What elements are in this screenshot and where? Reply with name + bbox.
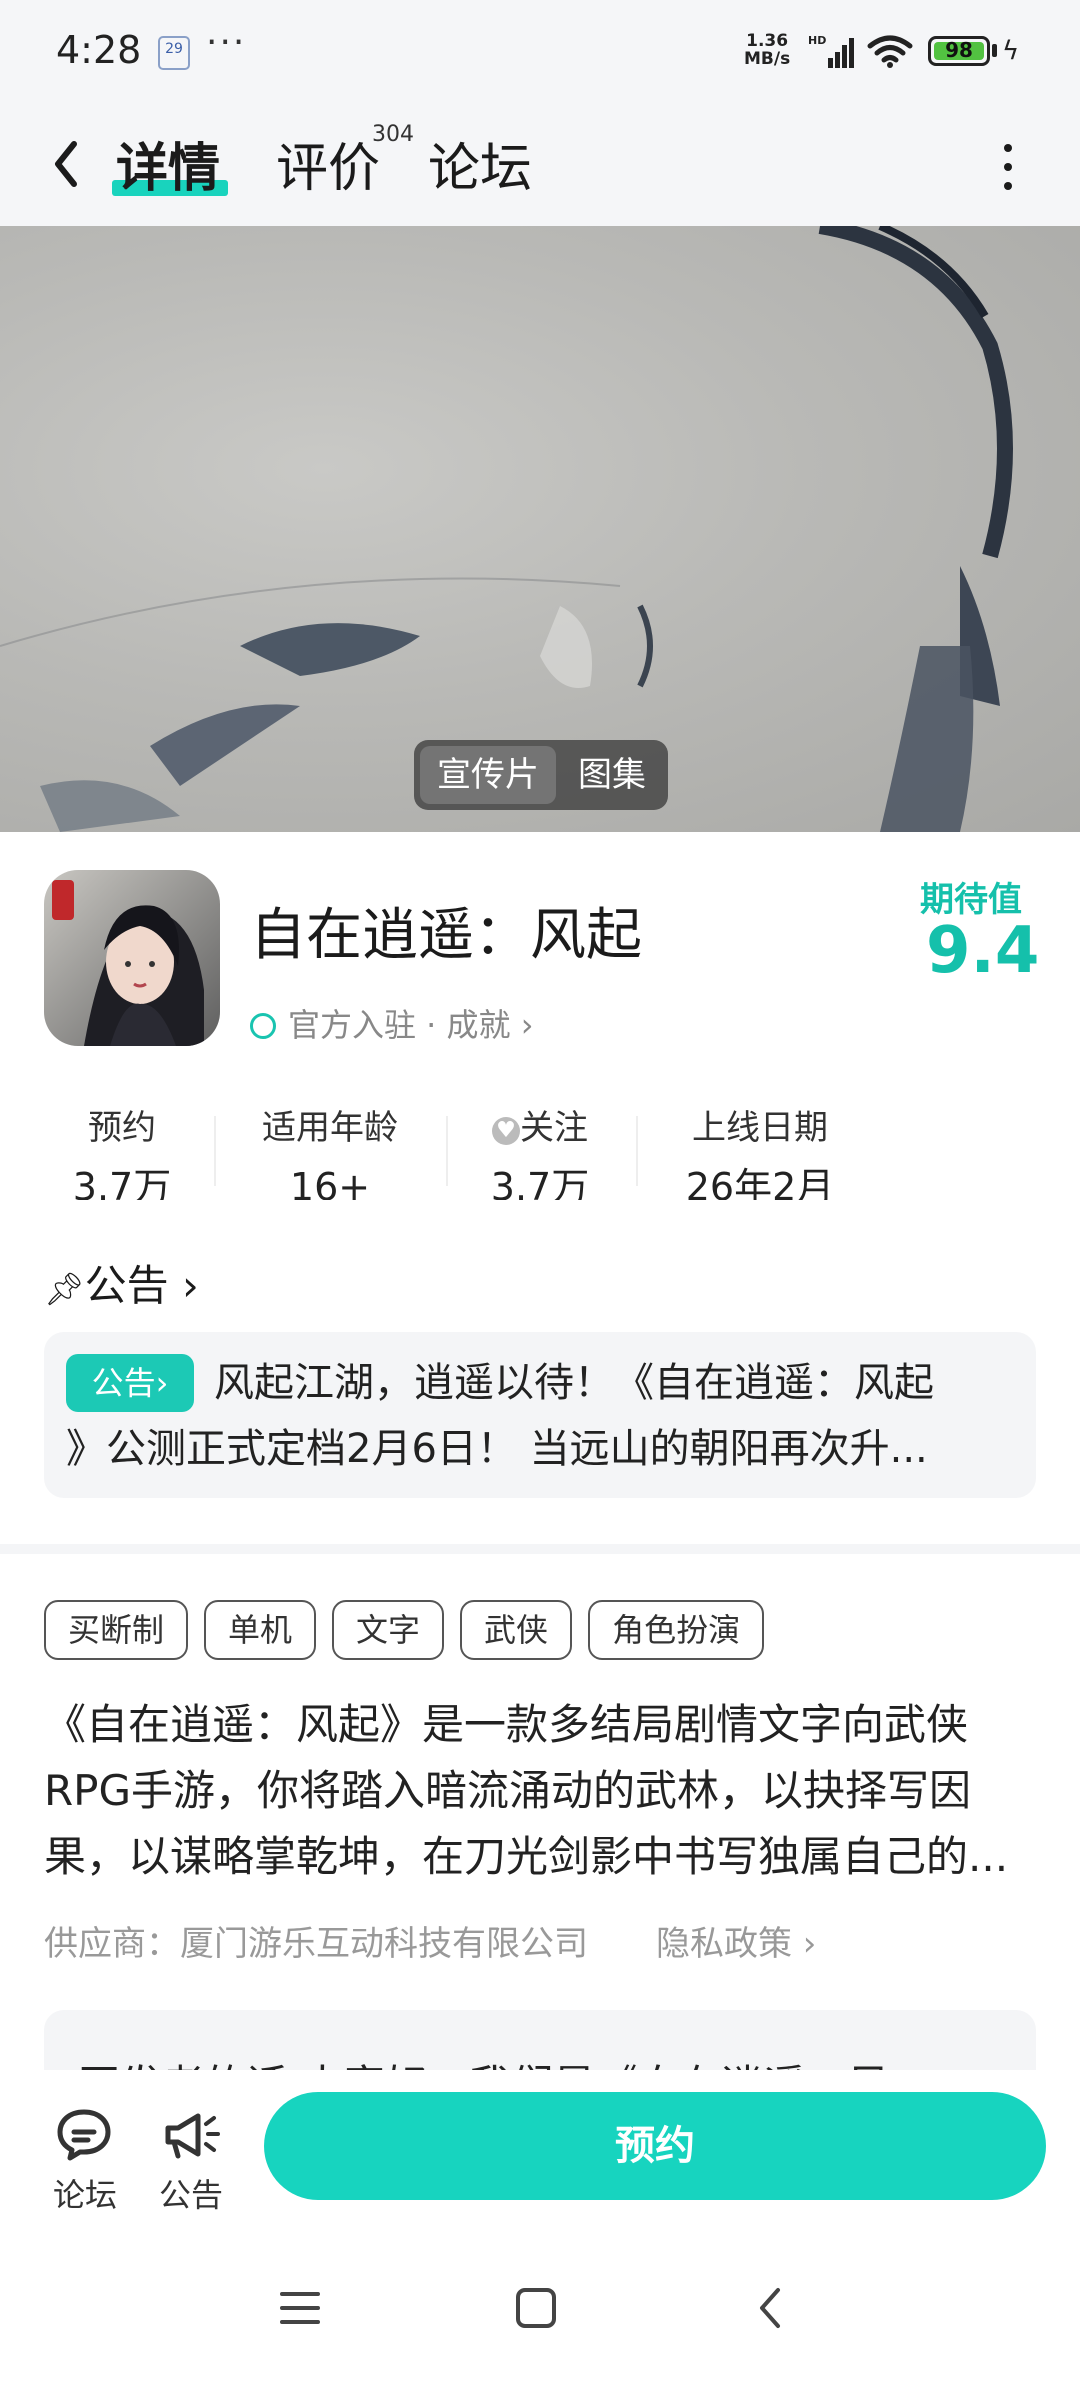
notice-line-1: 风起江湖，逍遥以待！《自在逍遥：风起 xyxy=(214,1360,934,1406)
notice-label: 公告 xyxy=(158,2176,223,2214)
hd-label: HD xyxy=(808,34,826,47)
promo-media[interactable]: 宣传片 图集 xyxy=(0,226,1080,832)
game-description[interactable]: 《自在逍遥：风起》是一款多结局剧情文字向武侠 RPG手游，你将踏入暗流涌动的武林… xyxy=(44,1692,1040,1890)
expectation-score: 9.4 xyxy=(926,914,1040,988)
wifi-icon xyxy=(867,35,913,68)
stat-value: 16+ xyxy=(289,1165,371,1200)
media-toggle: 宣传片 图集 xyxy=(414,740,668,810)
notice-line-2: 》公测正式定档2月6日！ 当远山的朝阳再次升... xyxy=(66,1426,928,1472)
tab-promo-video[interactable]: 宣传片 xyxy=(420,746,556,804)
reserve-button[interactable]: 预约 xyxy=(264,2092,1046,2200)
stat-reservations: 预约 3.7万 xyxy=(22,1100,222,1200)
tag-wuxia[interactable]: 武侠 xyxy=(460,1600,573,1660)
stat-label: 上线日期 xyxy=(692,1108,828,1148)
tag-buyout[interactable]: 买断制 xyxy=(44,1600,189,1660)
tab-gallery[interactable]: 图集 xyxy=(560,746,664,804)
back-icon[interactable] xyxy=(752,2284,788,2332)
notice-section-header[interactable]: 📌︎公告 › xyxy=(44,1252,199,1313)
battery-icon: 98 xyxy=(928,36,990,66)
more-options-icon[interactable] xyxy=(1000,140,1016,194)
description-line: RPG手游，你将踏入暗流涌动的武林，以抉择写因 xyxy=(44,1766,972,1815)
stat-label: 适用年龄 xyxy=(262,1108,398,1148)
verified-check-icon xyxy=(250,1013,276,1039)
notice-heading: 公告 xyxy=(84,1261,169,1310)
app-icon xyxy=(44,870,220,1046)
top-nav: 详情 评价 304 论坛 xyxy=(0,106,1080,226)
supplier-info: 供应商：厦门游乐互动科技有限公司 xyxy=(44,1924,588,1964)
divider xyxy=(214,1116,216,1186)
stat-value: 26年2月 xyxy=(685,1165,835,1200)
notice-action[interactable]: 公告 xyxy=(146,2106,236,2216)
app-title: 自在逍遥：风起 xyxy=(250,903,642,968)
tag-text[interactable]: 文字 xyxy=(332,1600,445,1660)
stat-label: 关注 xyxy=(520,1108,588,1148)
charging-icon: ϟ xyxy=(1002,36,1020,66)
battery-level: 98 xyxy=(945,38,973,62)
stat-age: 适用年龄 16+ xyxy=(230,1100,430,1200)
home-icon[interactable] xyxy=(514,2286,558,2330)
network-speed: 1.36 MB/s xyxy=(744,32,790,68)
review-count: 304 xyxy=(372,122,414,147)
network-speed-value: 1.36 xyxy=(746,31,789,51)
stat-label: 预约 xyxy=(88,1108,156,1148)
section-separator xyxy=(0,1544,1080,1554)
description-line: 《自在逍遥：风起》是一款多结局剧情文字向武侠 xyxy=(44,1700,969,1749)
tag-list: 买断制 单机 文字 武侠 角色扮演 xyxy=(44,1600,765,1660)
notice-card[interactable]: 公告› 风起江湖，逍遥以待！《自在逍遥：风起 》公测正式定档2月6日！ 当远山的… xyxy=(44,1332,1036,1498)
bottom-action-bar: 论坛 公告 预约 xyxy=(0,2070,1080,2240)
privacy-label: 隐私政策 xyxy=(656,1924,792,1964)
forum-action[interactable]: 论坛 xyxy=(40,2106,130,2216)
signal-icon: HD xyxy=(808,34,854,68)
chevron-right-icon: › xyxy=(510,1006,534,1044)
notice-text: 风起江湖，逍遥以待！《自在逍遥：风起 》公测正式定档2月6日！ 当远山的朝阳再次… xyxy=(66,1350,1016,1482)
status-bar: 4:28 29 ··· 1.36 MB/s HD 98 ϟ xyxy=(0,0,1080,106)
tag-rpg[interactable]: 角色扮演 xyxy=(588,1600,765,1660)
pin-icon: 📌︎ xyxy=(44,1270,85,1308)
megaphone-icon xyxy=(165,2113,220,2159)
more-notifications-icon: ··· xyxy=(206,22,247,63)
stat-value: 3.7万 xyxy=(490,1165,590,1200)
tab-detail[interactable]: 详情 xyxy=(116,126,220,201)
stat-follows: ♥ 关注 3.7万 xyxy=(440,1100,640,1200)
stat-label-row: ♥ 关注 xyxy=(440,1100,640,1150)
heart-icon: ♥ xyxy=(492,1117,520,1145)
stat-release-date: 上线日期 26年2月 xyxy=(660,1100,860,1200)
stat-value: 3.7万 xyxy=(72,1165,172,1200)
forum-chat-icon xyxy=(57,2109,111,2161)
status-time: 4:28 xyxy=(56,28,142,72)
forum-label: 论坛 xyxy=(52,2176,117,2214)
privacy-policy-link[interactable]: 隐私政策 › xyxy=(656,1916,816,1965)
network-speed-unit: MB/s xyxy=(744,49,791,69)
description-line: 果，以谋略掌乾坤，在刀光剑影中书写独属自己的... xyxy=(44,1832,1009,1881)
tab-forum[interactable]: 论坛 xyxy=(428,126,532,201)
battery-tip xyxy=(992,44,997,57)
menu-icon[interactable] xyxy=(278,2288,322,2328)
back-arrow-icon[interactable] xyxy=(44,134,96,194)
tab-review[interactable]: 评价 xyxy=(276,126,380,201)
verified-badge[interactable]: 官方入驻 · 成就 › xyxy=(250,1000,534,1046)
tag-single-player[interactable]: 单机 xyxy=(204,1600,317,1660)
system-navigation-bar xyxy=(0,2240,1080,2400)
verified-text: 官方入驻 · 成就 xyxy=(288,1006,511,1044)
divider xyxy=(636,1116,638,1186)
calendar-notification-icon: 29 xyxy=(158,36,190,70)
chevron-right-icon: › xyxy=(168,1261,199,1310)
